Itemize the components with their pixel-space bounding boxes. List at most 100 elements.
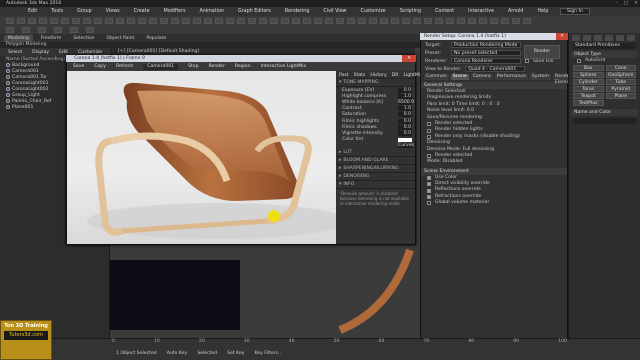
toolbar-button-icon[interactable] [171,17,179,24]
toolbar-button-icon[interactable] [61,17,69,24]
toolbar-button-icon[interactable] [259,17,267,24]
toolbar-button-icon[interactable] [182,17,190,24]
panel-section[interactable]: ▸ SHARPENING/BLURRING [336,165,415,173]
toolbar-button-icon[interactable] [281,17,289,24]
environment-checkbox[interactable] [427,201,431,206]
render-setup-tab[interactable]: Scene [450,74,469,80]
toolbar-button-icon[interactable] [127,17,135,24]
toolbar-button-icon[interactable] [336,17,344,24]
toolbar-button-icon[interactable] [39,17,47,24]
setting-checkbox[interactable] [427,122,431,127]
primitive-button[interactable]: Pyramid [605,86,636,93]
primitive-button[interactable]: Box [573,65,604,72]
frame-buffer-toolbar-button[interactable]: Render [209,64,225,69]
general-settings-section[interactable]: General Settings [421,82,567,89]
eye-icon[interactable] [6,105,10,109]
menu-item[interactable]: Modifiers [164,9,186,14]
menu-item[interactable]: Arnold [508,9,524,14]
toolbar-button-icon[interactable] [435,17,443,24]
name-and-color-section[interactable]: Name and Color [571,109,638,117]
utilities-icon[interactable] [627,35,635,41]
primitive-button[interactable]: TextPlus [573,100,604,107]
frame-buffer-toolbar-button[interactable]: Region [235,64,251,69]
setting-row[interactable]: Mode: Disabled [421,159,567,165]
param-value[interactable]: 1.0 [398,93,412,99]
primitive-button[interactable]: GeoSphere [605,72,636,79]
toolbar-button-icon[interactable] [325,17,333,24]
renderer-dropdown[interactable]: Corona Renderer [451,58,521,64]
eye-icon[interactable] [6,75,10,79]
primitive-button[interactable]: Sphere [573,72,604,79]
info-section[interactable]: ▾ INFO [336,181,415,189]
curves-button[interactable]: Curves [398,143,414,149]
menu-item[interactable]: Customize [361,9,386,14]
toolbar-button-icon[interactable] [72,17,80,24]
menu-item[interactable]: Interactive [468,9,494,14]
toolbar-button-icon[interactable] [402,17,410,24]
setting-checkbox[interactable] [427,134,431,139]
scene-explorer-tab[interactable]: Customize [78,50,102,55]
display-icon[interactable] [616,35,624,41]
menu-item[interactable]: Graph Editors [238,9,271,14]
toolbar-button-icon[interactable] [6,17,14,24]
frame-buffer-panel-tab[interactable]: DR [392,73,399,78]
toolbar-button-icon[interactable] [347,17,355,24]
toolbar-button-icon[interactable] [83,17,91,24]
panel-section[interactable]: ▸ DENOISING [336,173,415,181]
render-setup-tab[interactable]: Performance [494,74,528,80]
toolbar-button-icon[interactable] [70,26,78,33]
eye-icon[interactable] [6,81,10,85]
modify-icon[interactable] [583,35,591,41]
frame-buffer-panel-tab[interactable]: Stats [354,73,366,78]
toolbar-button-icon[interactable] [413,17,421,24]
primitive-button[interactable]: Torus [573,86,604,93]
ribbon-tab[interactable]: Object Paint [103,35,139,42]
preset-dropdown[interactable]: No preset selected [451,50,521,56]
toolbar-button-icon[interactable] [215,17,223,24]
toolbar-button-icon[interactable] [149,17,157,24]
toolbar-button-icon[interactable] [86,26,94,33]
setting-checkbox[interactable] [427,128,431,133]
frame-buffer-panel-tab[interactable]: Post [339,73,349,78]
toolbar-button-icon[interactable] [50,17,58,24]
toolbar-button-icon[interactable] [38,26,46,33]
toolbar-button-icon[interactable] [380,17,388,24]
primitive-button[interactable]: Cylinder [573,79,604,86]
eye-icon[interactable] [6,93,10,97]
toolbar-button-icon[interactable] [292,17,300,24]
toolbar-button-icon[interactable] [226,17,234,24]
setting-checkbox[interactable] [427,154,431,159]
frame-buffer-toolbar-button[interactable]: Copy [94,64,106,69]
panel-section[interactable]: ▸ BLOOM AND GLARE [336,157,415,165]
view-dropdown[interactable]: Quad 4 - Camera001 [465,66,526,72]
target-dropdown[interactable]: Production Rendering Mode [451,42,521,48]
param-value[interactable]: 0.0 [398,130,412,136]
frame-buffer-toolbar-button[interactable]: Stop [188,64,198,69]
close-icon[interactable]: ✕ [556,33,568,40]
primitive-button[interactable]: Cone [605,65,636,72]
toolbar-button-icon[interactable] [424,17,432,24]
render-setup-tab[interactable]: Camera [470,74,493,80]
viewport-label[interactable]: [+] [Camera001] [Default Shading] [110,48,415,55]
scene-environment-section[interactable]: Scene Environment [421,167,567,175]
toolbar-button-icon[interactable] [457,17,465,24]
status-item[interactable]: Auto Key [167,351,187,356]
environment-checkbox[interactable] [427,182,431,187]
motion-icon[interactable] [605,35,613,41]
toolbar-button-icon[interactable] [116,17,124,24]
object-name-field[interactable] [573,118,636,125]
menu-item[interactable]: Group [77,9,92,14]
toolbar-button-icon[interactable] [490,17,498,24]
status-item[interactable]: Set Key [227,351,244,356]
environment-checkbox[interactable] [427,175,431,180]
toolbar-button-icon[interactable] [303,17,311,24]
toolbar-button-icon[interactable] [6,26,14,33]
toolbar-button-icon[interactable] [314,17,322,24]
toolbar-button-icon[interactable] [105,17,113,24]
status-item[interactable]: Key Filters... [254,351,282,356]
ribbon-tab[interactable]: Modeling [4,34,33,42]
scene-explorer-tab[interactable]: Select [8,50,22,55]
panel-section[interactable]: ▸ LUT [336,149,415,157]
toolbar-button-icon[interactable] [446,17,454,24]
toolbar-button-icon[interactable] [468,17,476,24]
